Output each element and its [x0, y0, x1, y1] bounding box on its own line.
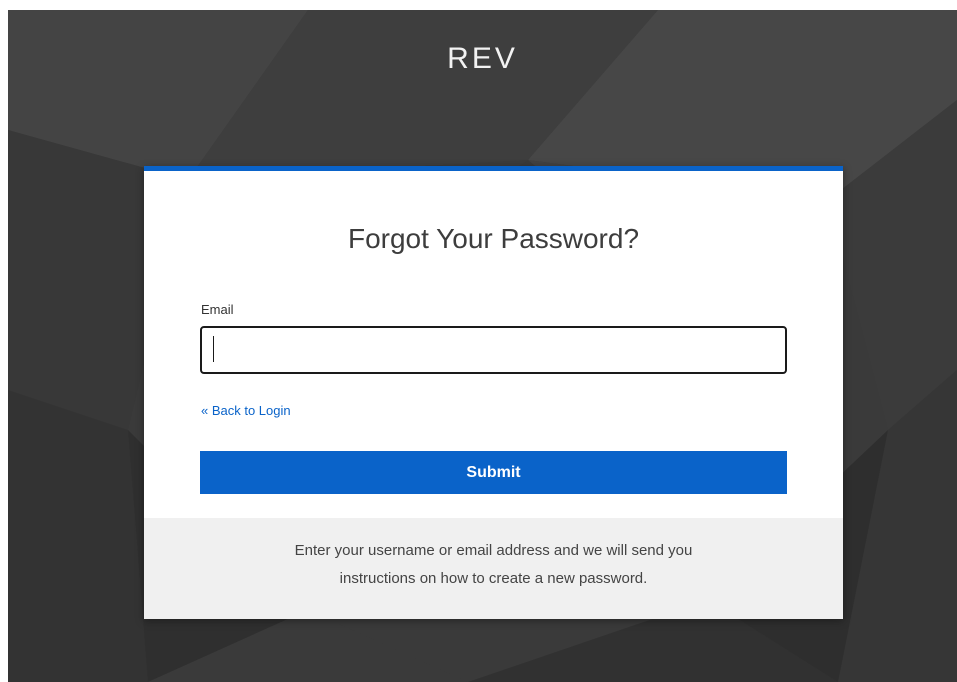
page-background: REV Forgot Your Password? Email « Back t… — [8, 10, 957, 682]
forgot-password-card: Forgot Your Password? Email « Back to Lo… — [144, 166, 843, 619]
app-logo: REV — [447, 42, 518, 75]
back-to-login-link[interactable]: « Back to Login — [201, 403, 291, 418]
instructions-line-1: Enter your username or email address and… — [294, 542, 693, 559]
email-label: Email — [201, 302, 234, 317]
email-field[interactable] — [200, 326, 787, 374]
instructions-panel: Enter your username or email address and… — [144, 518, 843, 619]
text-cursor — [213, 336, 214, 362]
page-title: Forgot Your Password? — [347, 223, 640, 254]
submit-button[interactable]: Submit — [200, 451, 787, 494]
instructions-line-2: instructions on how to create a new pass… — [339, 570, 648, 587]
